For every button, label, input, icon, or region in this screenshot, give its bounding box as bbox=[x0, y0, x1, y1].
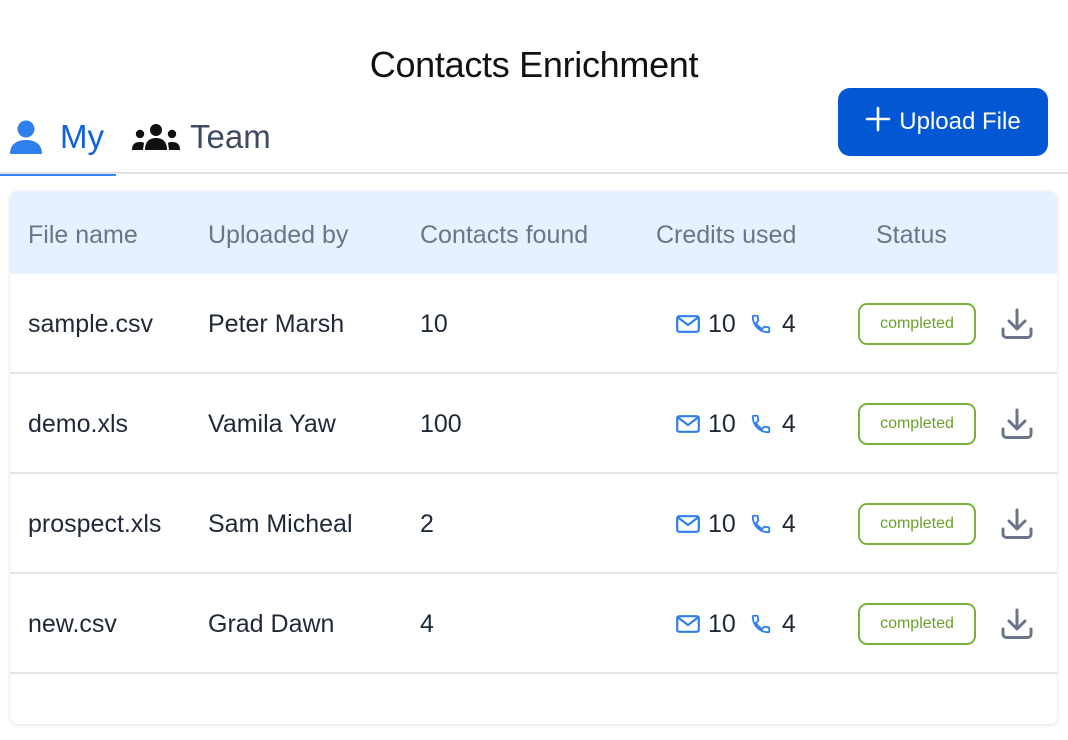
contacts-found: 4 bbox=[420, 609, 434, 638]
status-badge: completed bbox=[858, 403, 976, 445]
upload-file-button[interactable]: Upload File bbox=[838, 88, 1048, 156]
file-name-cell: new.csv bbox=[28, 574, 117, 674]
table-row: demo.xls Vamila Yaw 100 10 4 completed bbox=[10, 374, 1057, 474]
table-row: new.csv Grad Dawn 4 10 4 completed bbox=[10, 574, 1057, 674]
phone-icon bbox=[750, 313, 772, 335]
download-icon[interactable] bbox=[1000, 607, 1034, 641]
download-icon[interactable] bbox=[1000, 507, 1034, 541]
file-name: demo.xls bbox=[28, 409, 129, 438]
status-badge: completed bbox=[858, 303, 976, 345]
phone-icon bbox=[750, 513, 772, 535]
uploaded-by-cell: Grad Dawn bbox=[208, 574, 334, 674]
file-name-cell: demo.xls bbox=[28, 374, 128, 474]
email-credits: 10 bbox=[708, 509, 736, 538]
file-name: prospect.xls bbox=[28, 509, 162, 538]
credits-used-cell: 10 4 bbox=[676, 574, 796, 674]
contacts-found: 10 bbox=[420, 309, 448, 338]
column-header-file-name: File name bbox=[28, 221, 138, 249]
uploaded-by-cell: Sam Micheal bbox=[208, 474, 353, 574]
mail-icon bbox=[676, 515, 700, 533]
credits-used-cell: 10 4 bbox=[676, 474, 796, 574]
download-icon[interactable] bbox=[1000, 407, 1034, 441]
status-cell: completed bbox=[858, 374, 976, 474]
uploaded-by-cell: Peter Marsh bbox=[208, 274, 344, 374]
email-credits: 10 bbox=[708, 309, 736, 338]
status-cell: completed bbox=[858, 474, 976, 574]
contacts-found-cell: 4 bbox=[420, 574, 434, 674]
credits-used-cell: 10 4 bbox=[676, 374, 796, 474]
table-row: sample.csv Peter Marsh 10 10 4 completed bbox=[10, 274, 1057, 374]
tab-my[interactable]: My bbox=[0, 100, 116, 176]
mail-icon bbox=[676, 315, 700, 333]
uploaded-by-cell: Vamila Yaw bbox=[208, 374, 336, 474]
tab-team-label: Team bbox=[190, 118, 271, 155]
users-icon bbox=[132, 124, 190, 150]
file-name-cell: sample.csv bbox=[28, 274, 153, 374]
column-header-contacts-found: Contacts found bbox=[420, 221, 589, 249]
uploads-table: File name Uploaded by Contacts found Cre… bbox=[10, 191, 1057, 724]
uploaded-by: Vamila Yaw bbox=[208, 409, 336, 438]
contacts-found-cell: 10 bbox=[420, 274, 448, 374]
tab-my-label: My bbox=[60, 118, 104, 155]
phone-credits: 4 bbox=[781, 609, 796, 638]
download-cell bbox=[1000, 474, 1034, 574]
uploaded-by: Sam Micheal bbox=[208, 509, 353, 538]
download-cell bbox=[1000, 374, 1034, 474]
download-cell bbox=[1000, 574, 1034, 674]
email-credits: 10 bbox=[708, 609, 736, 638]
download-cell bbox=[1000, 274, 1034, 374]
contacts-found-cell: 2 bbox=[420, 474, 434, 574]
uploaded-by: Peter Marsh bbox=[208, 309, 345, 338]
phone-credits: 4 bbox=[781, 409, 796, 438]
page-title: Contacts Enrichment bbox=[369, 44, 699, 85]
tab-team[interactable]: Team bbox=[132, 100, 271, 174]
status-badge: completed bbox=[858, 503, 976, 545]
status-cell: completed bbox=[858, 574, 976, 674]
file-name: sample.csv bbox=[28, 309, 154, 338]
mail-icon bbox=[676, 615, 700, 633]
file-name: new.csv bbox=[28, 609, 117, 638]
user-icon bbox=[10, 120, 60, 154]
phone-credits: 4 bbox=[781, 309, 796, 338]
uploaded-by: Grad Dawn bbox=[208, 609, 335, 638]
phone-icon bbox=[750, 613, 772, 635]
status-cell: completed bbox=[858, 274, 976, 374]
status-badge: completed bbox=[858, 603, 976, 645]
download-icon[interactable] bbox=[1000, 307, 1034, 341]
upload-file-label: Upload File bbox=[899, 108, 1021, 135]
phone-icon bbox=[750, 413, 772, 435]
phone-credits: 4 bbox=[781, 509, 796, 538]
column-header-status: Status bbox=[876, 221, 947, 249]
contacts-found: 2 bbox=[420, 509, 434, 538]
plus-icon bbox=[865, 106, 899, 139]
column-header-credits-used: Credits used bbox=[656, 221, 797, 249]
file-name-cell: prospect.xls bbox=[28, 474, 161, 574]
contacts-found: 100 bbox=[420, 409, 462, 438]
mail-icon bbox=[676, 415, 700, 433]
contacts-found-cell: 100 bbox=[420, 374, 462, 474]
email-credits: 10 bbox=[708, 409, 736, 438]
column-header-uploaded-by: Uploaded by bbox=[208, 221, 349, 249]
credits-used-cell: 10 4 bbox=[676, 274, 796, 374]
table-body: sample.csv Peter Marsh 10 10 4 completed… bbox=[10, 274, 1057, 674]
table-row: prospect.xls Sam Micheal 2 10 4 complete… bbox=[10, 474, 1057, 574]
table-header: File name Uploaded by Contacts found Cre… bbox=[10, 191, 1057, 274]
